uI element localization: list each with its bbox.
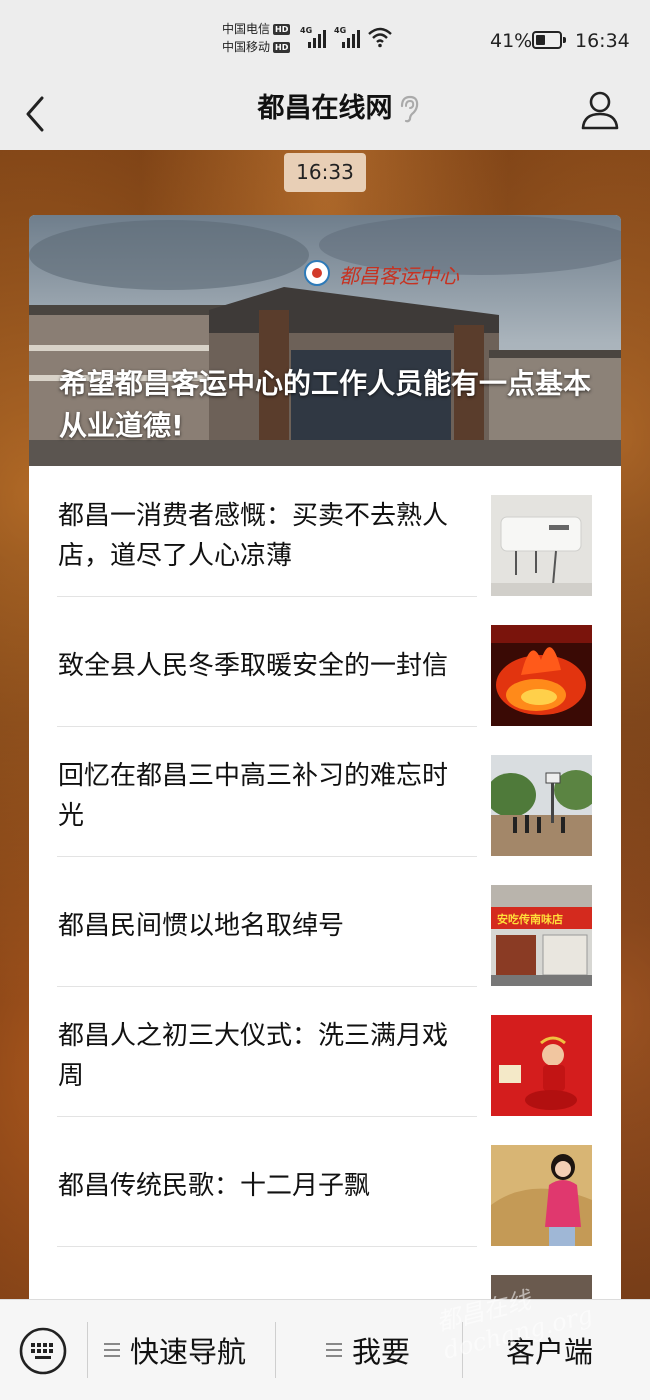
battery-percent: 41% — [490, 30, 533, 52]
menu-client[interactable]: 客户端 — [506, 1300, 593, 1400]
signal-2-icon: 4G — [334, 26, 360, 48]
bar-divider — [87, 1322, 88, 1378]
carrier-1: 中国电信 — [222, 22, 271, 36]
baby-photo — [491, 1015, 592, 1116]
fire-photo — [491, 625, 592, 726]
bar-divider — [462, 1322, 463, 1378]
list-item[interactable]: 都昌一消费者感慨：买卖不去熟人店，道尽了人心凉薄 — [29, 466, 621, 597]
battery-icon — [532, 31, 566, 49]
bottom-menu-bar: 快速导航 我要 客户端 — [0, 1299, 650, 1400]
list-item[interactable]: 回忆在都昌三中高三补习的难忘时光 — [29, 726, 621, 857]
menu-lines-icon — [104, 1343, 120, 1357]
singer-photo — [491, 1145, 592, 1246]
menu-label: 我要 — [352, 1335, 411, 1369]
bar-divider — [275, 1322, 276, 1378]
status-clock: 16:34 — [575, 30, 630, 52]
menu-lines-icon — [326, 1343, 342, 1357]
item-title: 致全县人民冬季取暖安全的一封信 — [58, 651, 449, 681]
status-bar: 中国电信 HD 中国移动 HD 4G 4G 41% 16:34 — [0, 0, 650, 78]
item-title: 都昌人之初三大仪式：洗三满月戏周 — [58, 1021, 449, 1091]
storefront-photo: 安吃传南味店 — [491, 885, 592, 986]
signal-1-icon: 4G — [300, 26, 326, 48]
message-timestamp: 16:33 — [284, 153, 366, 192]
list-item[interactable]: 致全县人民冬季取暖安全的一封信 — [29, 596, 621, 727]
item-title: 都昌传统民歌：十二月子飘 — [58, 1171, 371, 1201]
menu-want[interactable]: 我要 — [326, 1300, 410, 1400]
hd-badge: HD — [273, 23, 291, 35]
carrier-info: 中国电信 HD 中国移动 HD — [222, 20, 291, 56]
list-item[interactable]: 都昌民间惯以地名取绰号 安吃传南味店 — [29, 856, 621, 987]
page-title: 都昌在线网 — [257, 93, 393, 124]
list-item[interactable]: 都昌人之初三大仪式：洗三满月戏周 — [29, 986, 621, 1117]
menu-label: 快速导航 — [130, 1335, 247, 1369]
station-sign: 都昌客运中心 — [339, 264, 460, 288]
wifi-icon — [368, 27, 392, 48]
article-card[interactable]: 都昌客运中心 希望都昌客运中心的工作人员能有一点基本从业道德! 都昌一消费者感慨… — [29, 215, 621, 1315]
menu-quick-nav[interactable]: 快速导航 — [104, 1300, 246, 1400]
keyboard-icon[interactable] — [18, 1326, 68, 1376]
app-header: 都昌在线网 — [0, 78, 650, 150]
item-title: 回忆在都昌三中高三补习的难忘时光 — [58, 761, 449, 831]
profile-icon[interactable] — [578, 88, 622, 132]
menu-label: 客户端 — [506, 1335, 594, 1369]
water-heater-photo — [491, 495, 592, 596]
hd-badge: HD — [273, 41, 291, 53]
item-title: 都昌一消费者感慨：买卖不去熟人店，道尽了人心凉薄 — [58, 501, 449, 571]
hero-title: 希望都昌客运中心的工作人员能有一点基本从业道德! — [59, 367, 592, 442]
carrier-2: 中国移动 — [222, 40, 271, 54]
schoolyard-photo — [491, 755, 592, 856]
ear-icon[interactable] — [396, 94, 422, 124]
list-item[interactable]: 都昌传统民歌：十二月子飘 — [29, 1116, 621, 1247]
hero-article[interactable]: 都昌客运中心 希望都昌客运中心的工作人员能有一点基本从业道德! — [29, 215, 621, 466]
item-title: 都昌民间惯以地名取绰号 — [58, 911, 345, 941]
store-sign: 安吃传南味店 — [497, 912, 563, 926]
battery-fill — [536, 35, 545, 45]
